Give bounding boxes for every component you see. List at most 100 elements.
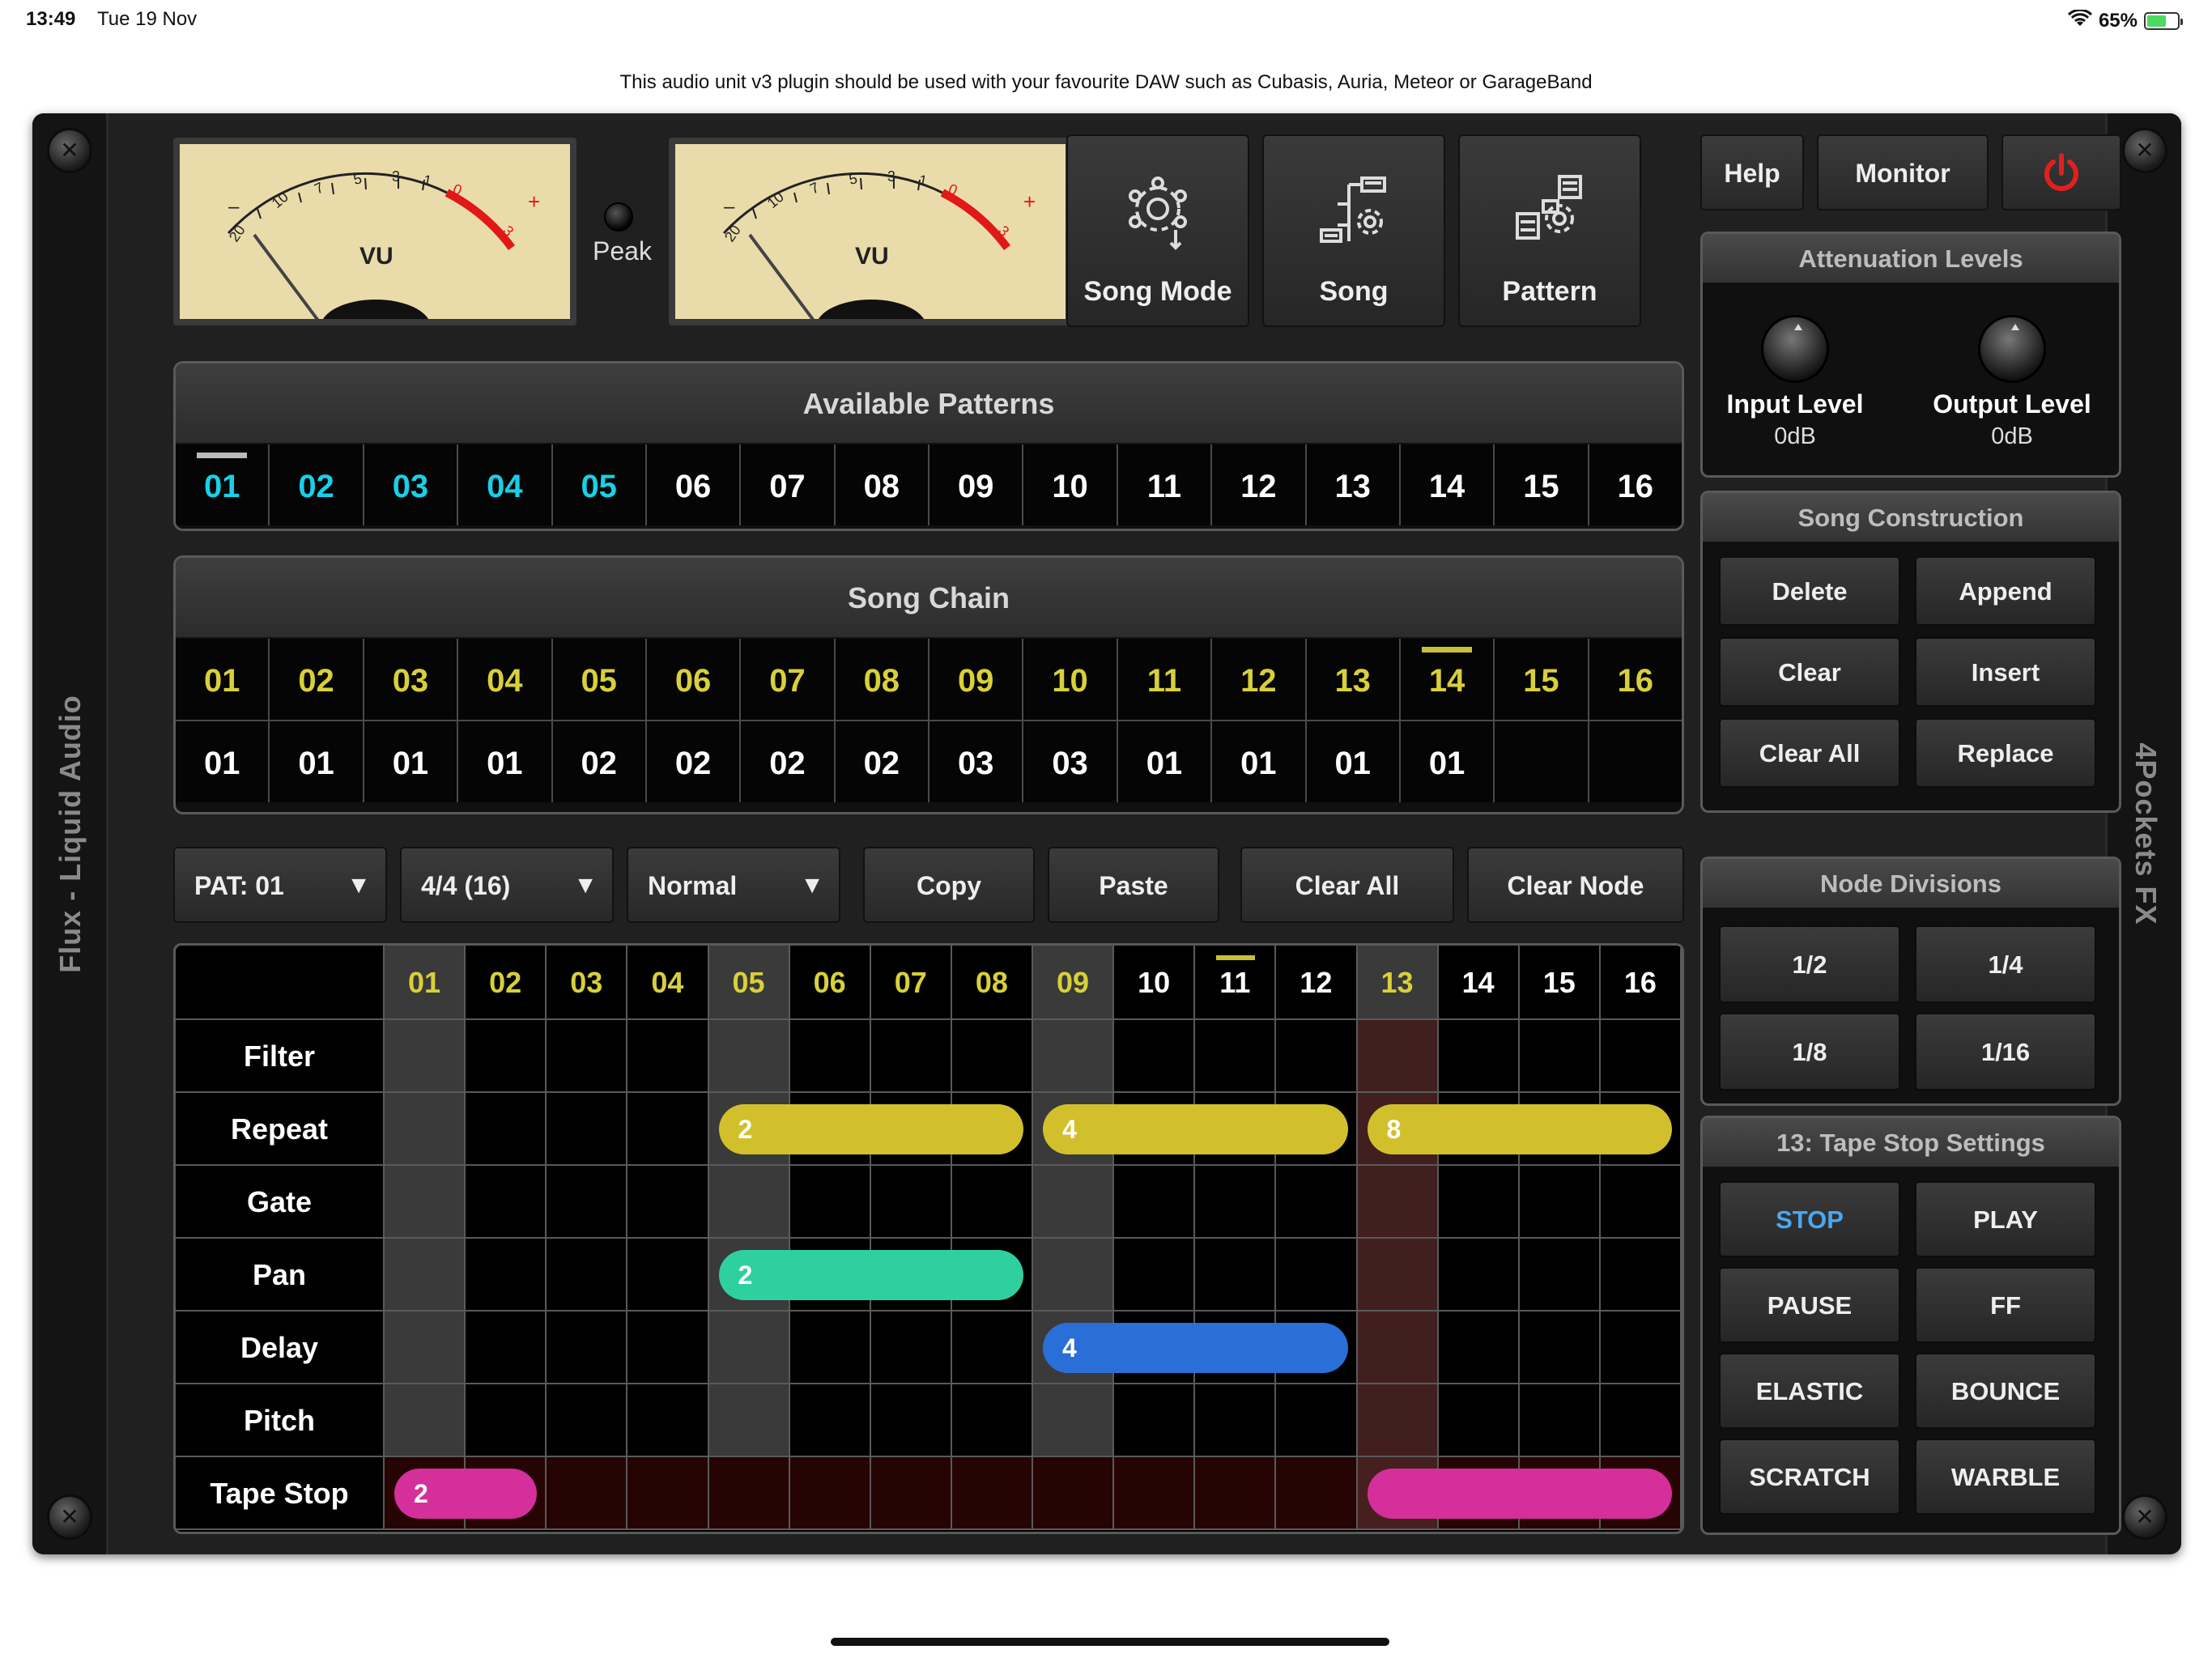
step-header-02[interactable]: 02 [466,946,547,1020]
grid-cell[interactable] [1195,1166,1277,1239]
effect-node[interactable]: 4 [1043,1323,1348,1373]
step-header-03[interactable]: 03 [547,946,628,1020]
step-header-10[interactable]: 10 [1114,946,1196,1020]
chain-position-14[interactable]: 14 [1400,639,1495,720]
step-header-16[interactable]: 16 [1600,946,1682,1020]
effect-node[interactable]: 2 [718,1250,1023,1300]
step-header-12[interactable]: 12 [1276,946,1358,1020]
monitor-button[interactable]: Monitor [1817,134,1989,210]
grid-cell[interactable] [1033,1020,1115,1093]
pattern-cell-08[interactable]: 08 [835,444,929,525]
chain-slot-01[interactable]: 01 [176,721,270,802]
clear-node-button[interactable]: Clear Node [1467,847,1684,923]
append-button[interactable]: Append [1915,556,2096,626]
scratch-button[interactable]: SCRATCH [1719,1439,1900,1515]
grid-cell[interactable] [1519,1166,1601,1239]
grid-cell[interactable] [466,1312,547,1384]
grid-cell[interactable] [870,1457,952,1530]
step-header-13[interactable]: 13 [1357,946,1439,1020]
chain-position-03[interactable]: 03 [364,639,459,720]
grid-cell[interactable] [547,1457,628,1530]
song-button[interactable]: Song [1262,134,1445,327]
grid-cell[interactable] [1519,1239,1601,1312]
grid-cell[interactable] [1357,1384,1439,1457]
chain-position-04[interactable]: 04 [458,639,553,720]
delete-button[interactable]: Delete [1719,556,1900,626]
pattern-cell-06[interactable]: 06 [646,444,742,525]
step-header-15[interactable]: 15 [1519,946,1601,1020]
chain-position-09[interactable]: 09 [929,639,1024,720]
grid-cell[interactable] [1276,1020,1358,1093]
grid-cell[interactable] [1600,1239,1682,1312]
chain-position-11[interactable]: 11 [1117,639,1213,720]
chain-position-10[interactable]: 10 [1023,639,1118,720]
grid-cell[interactable] [1438,1384,1520,1457]
pattern-button[interactable]: Pattern [1458,134,1641,327]
grid-cell[interactable] [708,1312,790,1384]
division-eighth-button[interactable]: 1/8 [1719,1013,1900,1090]
step-header-14[interactable]: 14 [1438,946,1520,1020]
step-header-07[interactable]: 07 [870,946,952,1020]
grid-cell[interactable] [1276,1457,1358,1530]
grid-cell[interactable] [789,1457,871,1530]
effect-node[interactable] [1367,1469,1672,1519]
sequencer-grid[interactable]: 01 02 03 04 05 06 07 08 09 10 11 12 13 14 15 16 Filter Re… [173,943,1684,1534]
chain-position-06[interactable]: 06 [646,639,742,720]
chain-slot-15[interactable] [1495,721,1589,802]
time-signature-dropdown[interactable]: 4/4 (16) ▼ [400,847,614,923]
elastic-button[interactable]: ELASTIC [1719,1353,1900,1429]
grid-cell[interactable] [789,1384,871,1457]
chain-position-13[interactable]: 13 [1306,639,1401,720]
grid-cell[interactable] [789,1166,871,1239]
chain-position-05[interactable]: 05 [552,639,647,720]
pattern-cell-07[interactable]: 07 [741,444,836,525]
grid-cell[interactable] [1033,1239,1115,1312]
copy-button[interactable]: Copy [863,847,1035,923]
grid-cell[interactable] [385,1312,466,1384]
grid-cell[interactable] [1519,1312,1601,1384]
step-header-04[interactable]: 04 [627,946,709,1020]
grid-cell[interactable] [789,1312,871,1384]
pattern-cell-15[interactable]: 15 [1495,444,1589,525]
grid-cell[interactable] [1438,1239,1520,1312]
pattern-cell-13[interactable]: 13 [1306,444,1401,525]
clear-all-chain-button[interactable]: Clear All [1719,718,1900,788]
grid-cell[interactable] [466,1093,547,1166]
chain-position-15[interactable]: 15 [1495,639,1589,720]
grid-cell[interactable] [627,1239,709,1312]
ff-button[interactable]: FF [1915,1267,2096,1343]
home-indicator[interactable] [831,1638,1389,1646]
grid-cell[interactable] [870,1020,952,1093]
grid-cell[interactable] [951,1312,1033,1384]
pause-button[interactable]: PAUSE [1719,1267,1900,1343]
grid-cell[interactable] [547,1384,628,1457]
grid-cell[interactable] [466,1166,547,1239]
grid-cell[interactable] [951,1457,1033,1530]
grid-cell[interactable] [1438,1312,1520,1384]
grid-cell[interactable] [1033,1457,1115,1530]
step-header-05[interactable]: 05 [708,946,790,1020]
grid-cell[interactable] [870,1166,952,1239]
play-button[interactable]: PLAY [1915,1181,2096,1257]
grid-cell[interactable] [627,1020,709,1093]
pattern-cell-10[interactable]: 10 [1023,444,1118,525]
grid-cell[interactable] [547,1020,628,1093]
step-header-06[interactable]: 06 [789,946,871,1020]
grid-cell[interactable] [789,1020,871,1093]
pattern-cell-04[interactable]: 04 [458,444,553,525]
pattern-cell-12[interactable]: 12 [1212,444,1307,525]
grid-cell[interactable] [1276,1166,1358,1239]
chain-slot-08[interactable]: 02 [835,721,929,802]
grid-cell[interactable] [1438,1020,1520,1093]
grid-cell[interactable] [870,1384,952,1457]
chain-slot-14[interactable]: 01 [1400,721,1495,802]
pattern-cell-01[interactable]: 01 [176,444,270,525]
chain-position-07[interactable]: 07 [741,639,836,720]
help-button[interactable]: Help [1700,134,1804,210]
chain-slot-16[interactable] [1589,721,1682,802]
grid-cell[interactable] [466,1384,547,1457]
grid-cell[interactable] [1114,1384,1196,1457]
grid-cell[interactable] [1357,1239,1439,1312]
grid-cell[interactable] [1600,1166,1682,1239]
step-header-01[interactable]: 01 [385,946,466,1020]
